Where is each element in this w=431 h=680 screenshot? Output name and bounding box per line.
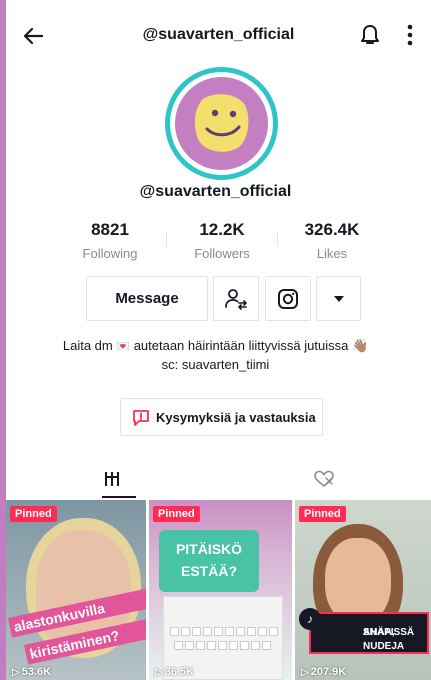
avatar <box>175 77 268 170</box>
video-grid: alastonkuvilla kiristäminen? Pinned ▷ 53.… <box>6 500 431 680</box>
view-count-value: 53.6K <box>21 666 52 678</box>
keyboard-key <box>218 641 227 650</box>
keyboard-key <box>196 641 205 650</box>
qa-button-label: Kysymyksiä ja vastauksia <box>156 410 316 425</box>
keyboard-key <box>181 627 190 636</box>
play-icon: ▷ <box>12 667 20 678</box>
view-count: ▷ 53.6K <box>12 666 51 678</box>
video-tile[interactable]: PITÄISKÖ ESTÄÄ? Pinned ▷ 36.5K <box>149 500 292 680</box>
likes-count: 326.4K <box>304 220 360 239</box>
instagram-button[interactable] <box>265 276 311 321</box>
keyboard-key <box>236 627 245 636</box>
profile-tabs <box>6 460 431 498</box>
stat-following[interactable]: 8821 Following <box>60 220 160 261</box>
caret-down-icon <box>333 295 344 302</box>
grid-icon <box>105 472 119 486</box>
keyboard-key <box>229 641 238 650</box>
keyboard-key <box>214 627 223 636</box>
love-letter-icon: 💌 <box>116 341 131 353</box>
tab-liked[interactable] <box>218 460 430 498</box>
keyboard-key <box>185 641 194 650</box>
bio-line-2: sc: suavarten_tiimi <box>161 357 270 372</box>
tiktok-logo-icon: ♪ <box>299 608 321 630</box>
video-tile[interactable]: alastonkuvilla kiristäminen? Pinned ▷ 53.… <box>6 500 146 680</box>
view-count: ▷ 36.5K <box>155 666 194 678</box>
keyboard-key <box>251 641 260 650</box>
profile-bio: Laita dm 💌 autetaan häirintään liittyvis… <box>0 337 431 374</box>
more-options-button[interactable] <box>403 22 417 48</box>
followers-count: 12.2K <box>199 220 245 239</box>
follow-user-icon <box>225 288 247 310</box>
keyboard-key <box>258 627 267 636</box>
message-button-label: Message <box>115 290 179 307</box>
keyboard-key <box>203 627 212 636</box>
tab-videos[interactable] <box>6 460 218 498</box>
likes-label: Likes <box>316 246 348 261</box>
waving-hand-icon: 👋🏽 <box>351 338 369 353</box>
view-count: ▷ 207.9K <box>301 666 346 678</box>
notifications-button[interactable] <box>357 22 383 48</box>
caption-box: AHAA, NUDEJA SNÄPISSÄ <box>309 612 429 654</box>
following-label: Following <box>82 246 138 261</box>
smiley-face-icon <box>194 94 249 152</box>
message-button[interactable]: Message <box>86 276 208 321</box>
keyboard-key <box>240 641 249 650</box>
follow-suggestions-button[interactable] <box>213 276 259 321</box>
video-tile[interactable]: AHAA, NUDEJA SNÄPISSÄ ♪ Pinned ▷ 207.9K <box>295 500 431 680</box>
bell-icon <box>361 25 379 44</box>
bio-text-after: autetaan häirintään liittyvissä jutuissa <box>133 338 349 353</box>
stat-divider <box>166 232 167 246</box>
following-count: 8821 <box>91 220 129 239</box>
keyboard-key <box>247 627 256 636</box>
bubble-text: PITÄISKÖ ESTÄÄ? <box>159 538 259 582</box>
view-count-value: 36.5K <box>164 666 195 678</box>
pinned-badge: Pinned <box>10 506 57 522</box>
play-icon: ▷ <box>155 667 163 678</box>
avatar-ring[interactable] <box>165 67 278 180</box>
question-box-icon <box>133 410 149 426</box>
pinned-badge: Pinned <box>299 506 346 522</box>
video-caption: ESTÄÄ? <box>181 563 237 579</box>
video-caption: SNÄPISSÄ <box>363 627 415 638</box>
stat-likes[interactable]: 326.4K Likes <box>282 220 382 261</box>
profile-header: @suavarten_official <box>6 12 431 56</box>
stat-divider <box>277 232 278 246</box>
followers-label: Followers <box>194 246 250 261</box>
active-tab-underline <box>102 496 136 498</box>
stat-followers[interactable]: 12.2K Followers <box>172 220 272 261</box>
play-icon: ▷ <box>301 667 309 678</box>
keyboard-key <box>170 627 179 636</box>
instagram-icon <box>278 288 298 309</box>
bio-line-1: Laita dm 💌 autetaan häirintään liittyvis… <box>0 337 431 356</box>
keyboard-key <box>192 627 201 636</box>
keyboard-key <box>269 627 278 636</box>
speech-bubble: PITÄISKÖ ESTÄÄ? <box>159 530 259 592</box>
keyboard-key <box>174 641 183 650</box>
bio-text-before: Laita dm <box>62 338 113 353</box>
profile-stats: 8821 Following 12.2K Followers 326.4K Li… <box>60 220 380 262</box>
keyboard-key <box>262 641 271 650</box>
view-count-value: 207.9K <box>310 666 347 678</box>
liked-heart-icon <box>314 470 334 488</box>
keyboard-key <box>207 641 216 650</box>
profile-username: @suavarten_official <box>139 183 292 200</box>
more-actions-dropdown[interactable] <box>316 276 361 321</box>
more-vertical-icon <box>407 24 413 46</box>
qa-button[interactable]: Kysymyksiä ja vastauksia <box>120 398 323 436</box>
pinned-badge: Pinned <box>153 506 200 522</box>
keyboard-key <box>225 627 234 636</box>
video-caption: PITÄISKÖ <box>175 541 243 557</box>
